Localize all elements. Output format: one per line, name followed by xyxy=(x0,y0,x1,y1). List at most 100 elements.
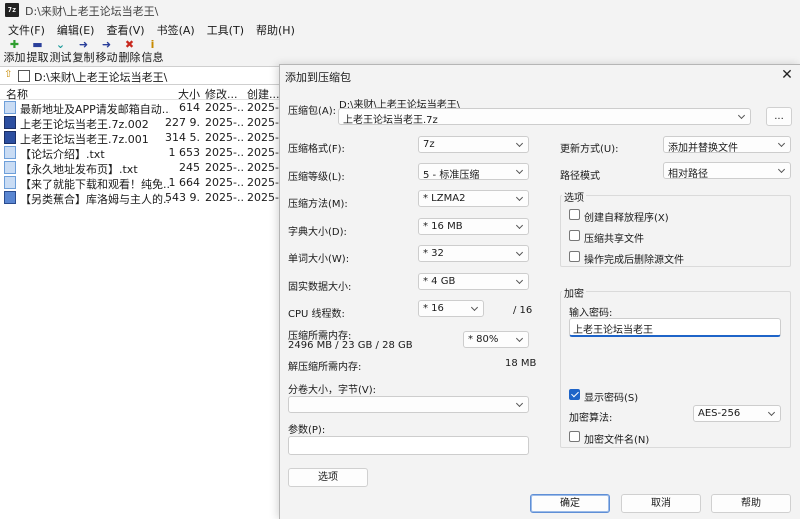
archive-name-value: 上老王论坛当老王.7z xyxy=(343,115,438,126)
toolbar-label: 测试 xyxy=(49,51,72,64)
cell-size: 1 653 xyxy=(168,146,201,159)
password-input[interactable]: 上老王论坛当老王 xyxy=(569,318,781,337)
file-list[interactable]: 名称 大小 修改... 创建... 最新地址及APP请发邮箱自动... 614 20… xyxy=(0,85,290,519)
menu-view[interactable]: 查看(V) xyxy=(100,20,150,38)
toolbar-label: 删除 xyxy=(118,51,141,64)
level-value: 5 - 标准压缩 xyxy=(423,170,480,181)
decomp-value: 18 MB xyxy=(505,358,537,369)
move-arrow-icon: ➜ xyxy=(101,38,112,51)
cell-modified: 2025-... xyxy=(205,191,245,204)
chevron-down-icon xyxy=(471,303,480,313)
toolbar-label: 提取 xyxy=(26,51,49,64)
table-row[interactable]: 上老王论坛当老王.7z.002227 9...2025-...2025-... xyxy=(0,115,290,131)
update-value: 添加并替换文件 xyxy=(668,143,738,154)
app-7z-icon: 7z xyxy=(5,3,19,17)
method-label: 压缩方法(M): xyxy=(288,199,348,210)
browse-button[interactable]: ... xyxy=(766,107,792,126)
table-row[interactable]: 最新地址及APP请发邮箱自动... 614 2025-... 2025-... xyxy=(0,100,290,116)
method-combo[interactable]: * LZMA2 xyxy=(418,190,529,207)
delete-source-checkbox[interactable] xyxy=(569,251,580,262)
word-value: * 32 xyxy=(423,248,444,259)
update-label: 更新方式(U): xyxy=(560,144,619,155)
sfx-checkbox[interactable] xyxy=(569,209,580,220)
toolbar-minus-button[interactable]: ▬ 提取 xyxy=(26,38,49,66)
cancel-button[interactable]: 取消 xyxy=(621,494,701,513)
path-bar[interactable]: ⇧ D:\来财\上老王论坛当老王\ xyxy=(0,66,290,85)
show-password-label: 显示密码(S) xyxy=(584,393,639,404)
split-combo[interactable] xyxy=(288,396,529,413)
cell-size: 543 9... xyxy=(165,191,200,204)
enc-method-combo[interactable]: AES-256 xyxy=(693,405,781,422)
toolbar-delete-x-button[interactable]: ✖ 删除 xyxy=(118,38,141,66)
pathmode-combo[interactable]: 相对路径 xyxy=(663,162,791,180)
enc-method-label: 加密算法: xyxy=(569,413,613,424)
info-icon: ⅰ xyxy=(150,38,155,51)
table-row[interactable]: 上老王论坛当老王.7z.001314 5...2025-...2025-... xyxy=(0,130,290,146)
menu-bookmarks[interactable]: 书签(A) xyxy=(151,20,201,38)
toolbar-label: 移动 xyxy=(95,51,118,64)
cell-modified: 2025-... xyxy=(205,116,245,129)
cell-size: 227 9... xyxy=(165,116,200,129)
cell-modified: 2025-... xyxy=(205,176,245,189)
show-password-checkbox[interactable] xyxy=(569,389,580,400)
cell-size: 314 5... xyxy=(165,131,200,144)
toolbar-label: 添加 xyxy=(3,51,26,64)
word-combo[interactable]: * 32 xyxy=(418,245,529,262)
split-label: 分卷大小，字节(V): xyxy=(288,385,377,396)
threads-value: * 16 xyxy=(423,303,444,314)
ok-button[interactable]: 确定 xyxy=(530,494,610,513)
options-group-title: 选项 xyxy=(562,189,586,204)
mem-pct-combo[interactable]: * 80% xyxy=(463,331,529,348)
chevron-down-icon xyxy=(516,276,525,286)
toolbar-label: 信息 xyxy=(141,51,164,64)
options-button[interactable]: 选项 xyxy=(288,468,368,487)
delete-x-icon: ✖ xyxy=(124,38,135,51)
threads-combo[interactable]: * 16 xyxy=(418,300,484,317)
table-row[interactable]: 【永久地址发布页】.txt 245 2025-... 2025-... xyxy=(0,160,290,176)
dialog-title: 添加到压缩包 xyxy=(285,71,351,84)
password-label: 输入密码: xyxy=(569,308,613,319)
mem-pct-value: * 80% xyxy=(468,334,499,345)
menu-edit[interactable]: 编辑(E) xyxy=(51,20,101,38)
delete-source-label: 操作完成后删除源文件 xyxy=(584,255,684,266)
level-label: 压缩等级(L): xyxy=(288,172,345,183)
toolbar-plus-button[interactable]: ✚ 添加 xyxy=(3,38,26,66)
solid-label: 固实数据大小: xyxy=(288,282,352,293)
help-button[interactable]: 帮助 xyxy=(711,494,791,513)
dict-combo[interactable]: * 16 MB xyxy=(418,218,529,235)
shared-checkbox[interactable] xyxy=(569,230,580,241)
cell-name: 【另类蕉合】库洛姆与主人的... xyxy=(20,193,170,206)
table-row[interactable]: 【论坛介绍】.txt 1 653 2025-... 2025-... xyxy=(0,145,290,161)
pathmode-label: 路径模式 xyxy=(560,171,600,182)
password-value: 上老王论坛当老王 xyxy=(573,325,653,336)
encrypt-names-checkbox[interactable] xyxy=(569,431,580,442)
table-row[interactable]: 【另类蕉合】库洛姆与主人的...543 9...2025-...2025-... xyxy=(0,190,290,206)
toolbar-move-arrow-button[interactable]: ➜ 移动 xyxy=(95,38,118,66)
encryption-group-title: 加密 xyxy=(562,285,586,300)
dict-label: 字典大小(D): xyxy=(288,227,347,238)
path-text[interactable]: D:\来财\上老王论坛当老王\ xyxy=(34,69,167,85)
menu-file[interactable]: 文件(F) xyxy=(2,20,51,38)
solid-combo[interactable]: * 4 GB xyxy=(418,273,529,290)
chevron-down-icon xyxy=(516,399,525,409)
chevron-down-icon xyxy=(778,165,787,175)
toolbar-copy-arrow-button[interactable]: ➜ 复制 xyxy=(72,38,95,66)
table-row[interactable]: 【来了就能下载和观看！纯免... 1 664 2025-... 2025-... xyxy=(0,175,290,191)
level-combo[interactable]: 5 - 标准压缩 xyxy=(418,163,529,181)
menu-help[interactable]: 帮助(H) xyxy=(250,20,301,38)
toolbar-info-button[interactable]: ⅰ 信息 xyxy=(141,38,164,66)
update-combo[interactable]: 添加并替换文件 xyxy=(663,136,791,154)
archive-name-combo[interactable]: 上老王论坛当老王.7z xyxy=(338,108,751,126)
dict-value: * 16 MB xyxy=(423,221,463,232)
params-input[interactable] xyxy=(288,436,529,455)
cell-modified: 2025-... xyxy=(205,131,245,144)
folder-up-icon[interactable]: ⇧ xyxy=(4,69,16,82)
toolbar-check-arrow-button[interactable]: ⌄ 测试 xyxy=(49,38,72,66)
format-combo[interactable]: 7z xyxy=(418,136,529,153)
app-file-icon xyxy=(4,191,16,204)
menu-tools[interactable]: 工具(T) xyxy=(201,20,250,38)
cell-size: 614 xyxy=(179,101,200,114)
close-icon[interactable]: ✕ xyxy=(777,65,797,85)
text-file-icon xyxy=(4,161,16,174)
chevron-down-icon xyxy=(516,221,525,231)
